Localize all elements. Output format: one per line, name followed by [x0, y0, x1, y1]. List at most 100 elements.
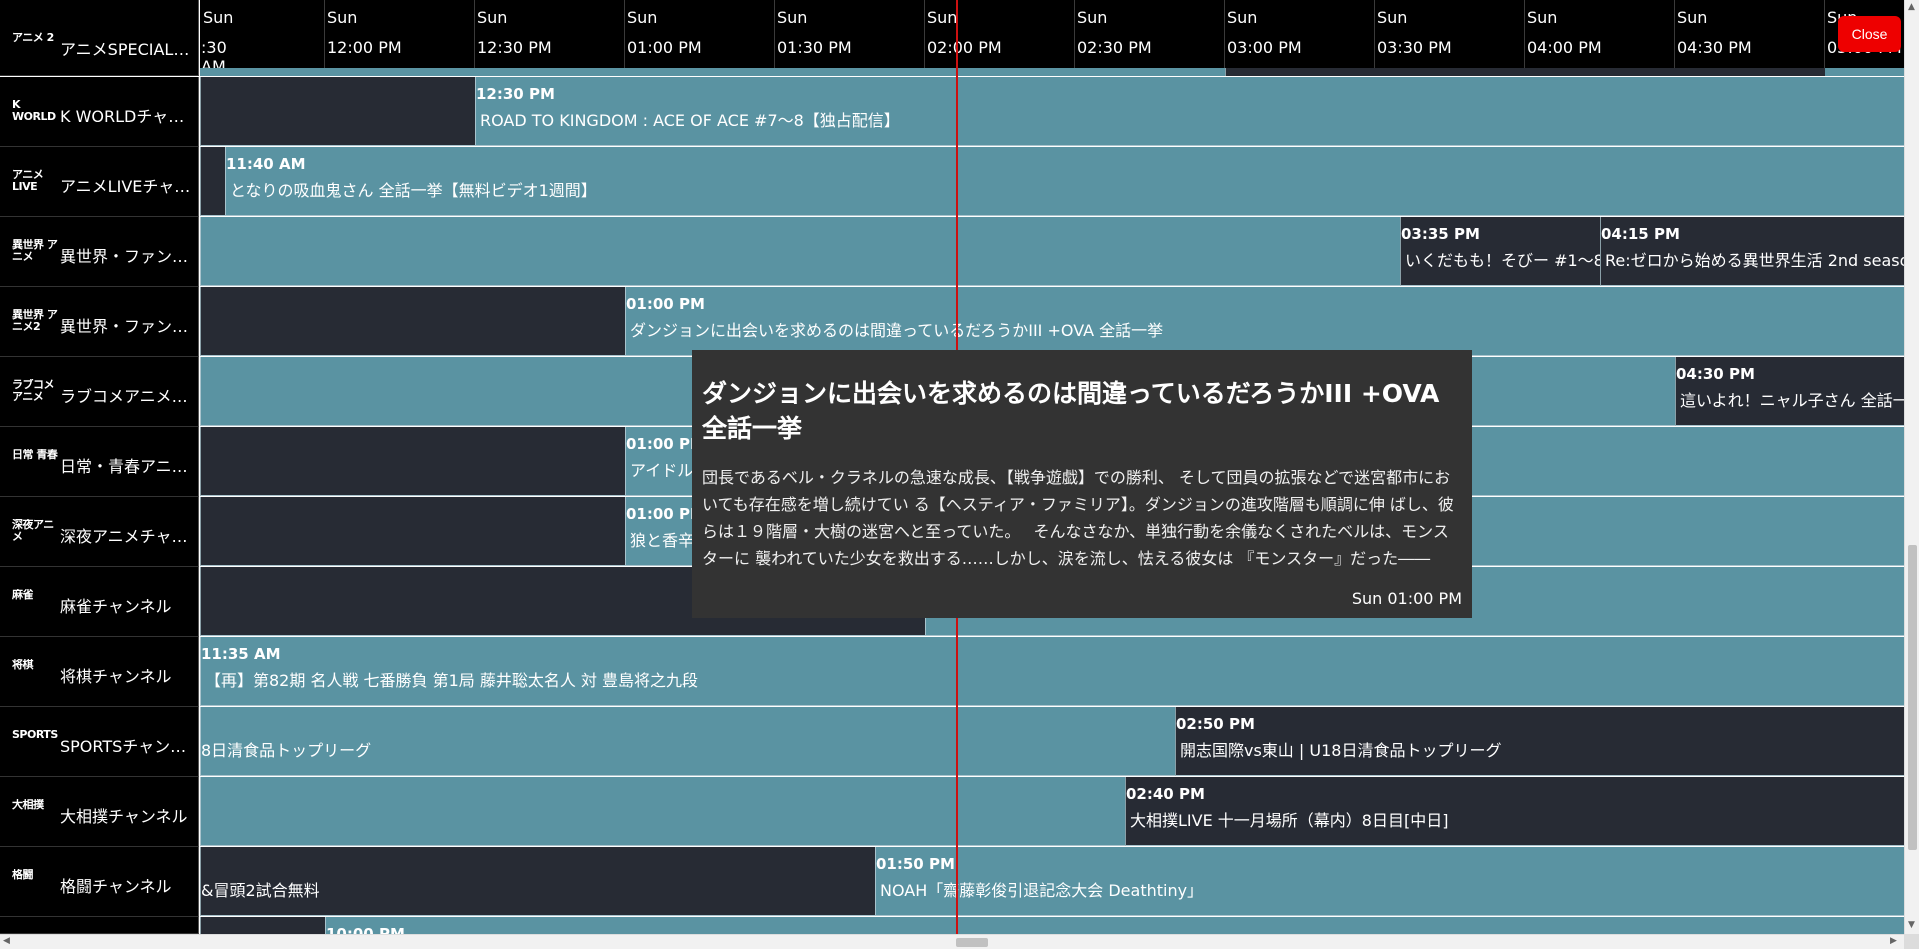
program-block[interactable]	[200, 427, 625, 496]
scroll-right-arrow-icon[interactable]: ▶	[1890, 936, 1897, 946]
channel-cell[interactable]: ラブコメ アニメ ラブコメアニメ…	[0, 357, 199, 427]
channel-cell[interactable]: 異世界 アニメ2 異世界・ファン…	[0, 287, 199, 357]
channel-name: 深夜アニメチャ…	[60, 527, 188, 546]
channel-name: 麻雀チャンネル	[60, 597, 172, 616]
channel-cell[interactable]	[0, 917, 199, 934]
program-title: 這いよれ！ニャル子さん 全話一	[1680, 391, 1904, 410]
program-title: 大相撲LIVE 十一月場所（幕内）8日目[中日]	[1130, 811, 1449, 830]
program-block[interactable]	[200, 497, 625, 566]
program-title: &冒頭2試合無料	[201, 881, 320, 900]
program-title: 狼と香辛	[630, 531, 695, 550]
channel-name: 将棋チャンネル	[60, 667, 172, 686]
channel-cell[interactable]: SPORTS SPORTSチャン…	[0, 707, 199, 777]
scrollbar-corner	[1904, 934, 1919, 949]
program-block[interactable]	[200, 777, 1125, 846]
channel-logo-icon: 日常 青春	[12, 449, 58, 461]
horizontal-scrollbar[interactable]: ◀ ▶	[0, 934, 1904, 949]
program-strip[interactable]	[200, 68, 1225, 76]
channel-logo-icon: 麻雀	[12, 589, 34, 601]
program-block[interactable]	[200, 147, 225, 216]
channel-name: 格闘チャンネル	[60, 877, 172, 896]
program-block[interactable]	[200, 287, 625, 356]
program-time: 02:50 PM	[1176, 715, 1255, 733]
channel-cell[interactable]: 大相撲 大相撲チャンネル	[0, 777, 199, 847]
program-block[interactable]: 02:50 PM 開志国際vs東山 | U18日清食品トップリーグ	[1175, 707, 1904, 776]
channel-logo-icon: アニメ LIVE	[12, 169, 44, 193]
program-strip[interactable]	[1225, 68, 1826, 76]
program-block[interactable]	[200, 217, 1400, 286]
program-title: Re:ゼロから始める異世界生活 2nd season	[1605, 251, 1904, 270]
channel-row: SPORTS SPORTSチャン… 8日清食品トップリーグ 02:50 PM 開…	[0, 707, 1904, 777]
program-block[interactable]: 11:40 AM となりの吸血鬼さん 全話一挙【無料ビデオ1週間】	[225, 147, 1904, 216]
channel-logo-icon: 格闘	[12, 869, 34, 881]
channel-logo-icon: SPORTS	[12, 729, 58, 741]
channel-row: 異世界 アニメ 異世界・ファン… 03:35 PM いくだもも！そびー #1～8…	[0, 217, 1904, 287]
program-block[interactable]: 04:15 PM Re:ゼロから始める異世界生活 2nd season	[1600, 217, 1904, 286]
program-title: ROAD TO KINGDOM : ACE OF ACE #7～8【独占配信】	[480, 111, 900, 130]
program-block[interactable]: 01:00 PM ダンジョンに出会いを求めるのは間違っているだろうかIII +O…	[625, 287, 1904, 356]
program-block[interactable]: 03:35 PM いくだもも！そびー #1～8	[1400, 217, 1600, 286]
program-title: アイドル	[630, 461, 694, 480]
channel-name: SPORTSチャン…	[60, 737, 187, 756]
program-time: 04:30 PM	[1676, 365, 1755, 383]
program-block[interactable]: 01:50 PM NOAH「齋藤彰俊引退記念大会 Deathtiny」	[875, 847, 1904, 916]
popup-time: Sun 01:00 PM	[1351, 589, 1462, 608]
program-block[interactable]	[200, 77, 475, 146]
channel-cell[interactable]: アニメ LIVE アニメLIVEチャ…	[0, 147, 199, 217]
vertical-scroll-thumb[interactable]	[1908, 545, 1917, 850]
channel-name: 大相撲チャンネル	[60, 807, 188, 826]
program-title: いくだもも！そびー #1～8	[1405, 251, 1600, 270]
channel-name: K WORLDチャン…	[60, 107, 196, 126]
scroll-left-arrow-icon[interactable]: ◀	[3, 936, 10, 946]
program-block[interactable]: 11:35 AM 【再】第82期 名人戦 七番勝負 第1局 藤井聡太名人 対 豊…	[200, 637, 1904, 706]
channel-name: 異世界・ファン…	[60, 317, 189, 336]
program-block[interactable]: 02:40 PM 大相撲LIVE 十一月場所（幕内）8日目[中日]	[1125, 777, 1904, 846]
channel-row: 大相撲 大相撲チャンネル 02:40 PM 大相撲LIVE 十一月場所（幕内）8…	[0, 777, 1904, 847]
channel-row: アニメ 2 アニメSPECIAL…	[0, 0, 1904, 76]
channel-cell[interactable]: 麻雀 麻雀チャンネル	[0, 567, 199, 637]
channel-row: アニメ LIVE アニメLIVEチャ… 11:40 AM となりの吸血鬼さん 全…	[0, 147, 1904, 217]
channel-cell[interactable]: 異世界 アニメ 異世界・ファン…	[0, 217, 199, 287]
program-title: 8日清食品トップリーグ	[201, 741, 372, 760]
channel-cell[interactable]: 日常 青春 日常・青春アニ…	[0, 427, 199, 497]
channel-logo-icon: K WORLD	[12, 99, 56, 123]
channel-cell[interactable]: 将棋 将棋チャンネル	[0, 637, 199, 707]
horizontal-scroll-thumb[interactable]	[956, 938, 988, 947]
program-block[interactable]: 12:30 PM ROAD TO KINGDOM : ACE OF ACE #7…	[475, 77, 1904, 146]
program-block[interactable]: 10:00 PM	[325, 917, 1904, 934]
channel-cell[interactable]: アニメ 2 アニメSPECIAL…	[0, 0, 199, 76]
channel-name: アニメSPECIAL…	[60, 40, 190, 59]
close-button[interactable]: Close	[1838, 16, 1901, 52]
program-title: NOAH「齋藤彰俊引退記念大会 Deathtiny」	[880, 881, 1204, 900]
channel-logo-icon: 異世界 アニメ	[12, 239, 58, 263]
channel-name: 日常・青春アニ…	[60, 457, 188, 476]
popup-title: ダンジョンに出会いを求めるのは間違っているだろうかIII +OVA 全話一挙	[702, 379, 1440, 443]
channel-row: 異世界 アニメ2 異世界・ファン… 01:00 PM ダンジョンに出会いを求める…	[0, 287, 1904, 357]
channel-name: アニメLIVEチャ…	[60, 177, 191, 196]
program-title: となりの吸血鬼さん 全話一挙【無料ビデオ1週間】	[230, 181, 597, 200]
program-title: 開志国際vs東山 | U18日清食品トップリーグ	[1180, 741, 1502, 760]
program-time: 12:30 PM	[476, 85, 555, 103]
program-time: 11:40 AM	[226, 155, 306, 173]
program-time: 11:35 AM	[201, 645, 281, 663]
channel-name: 異世界・ファン…	[60, 247, 189, 266]
vertical-scrollbar[interactable]: ▲ ▼	[1904, 0, 1919, 934]
channel-cell[interactable]: 格闘 格闘チャンネル	[0, 847, 199, 917]
program-title: ダンジョンに出会いを求めるのは間違っているだろうかIII +OVA 全話一挙	[630, 321, 1164, 340]
program-block[interactable]: 04:30 PM 這いよれ！ニャル子さん 全話一	[1675, 357, 1904, 426]
program-block[interactable]: 8日清食品トップリーグ	[200, 707, 1175, 776]
channel-logo-icon: 深夜アニメ	[12, 519, 54, 543]
channel-cell[interactable]: 深夜アニメ 深夜アニメチャ…	[0, 497, 199, 567]
channel-row: K WORLD K WORLDチャン… 12:30 PM ROAD TO KIN…	[0, 77, 1904, 147]
program-block[interactable]	[200, 917, 325, 934]
scroll-down-arrow-icon[interactable]: ▼	[1908, 920, 1915, 930]
channel-cell[interactable]: K WORLD K WORLDチャン…	[0, 77, 199, 147]
channel-logo-icon: 大相撲	[12, 799, 44, 811]
program-block[interactable]: &冒頭2試合無料	[200, 847, 875, 916]
channel-logo-icon: ラブコメ アニメ	[12, 379, 55, 403]
scroll-up-arrow-icon[interactable]: ▲	[1908, 2, 1915, 12]
program-time: 01:00 PM	[626, 295, 705, 313]
program-strip[interactable]	[1825, 68, 1904, 76]
program-time: 02:40 PM	[1126, 785, 1205, 803]
channel-logo-icon: 異世界 アニメ2	[12, 309, 58, 333]
